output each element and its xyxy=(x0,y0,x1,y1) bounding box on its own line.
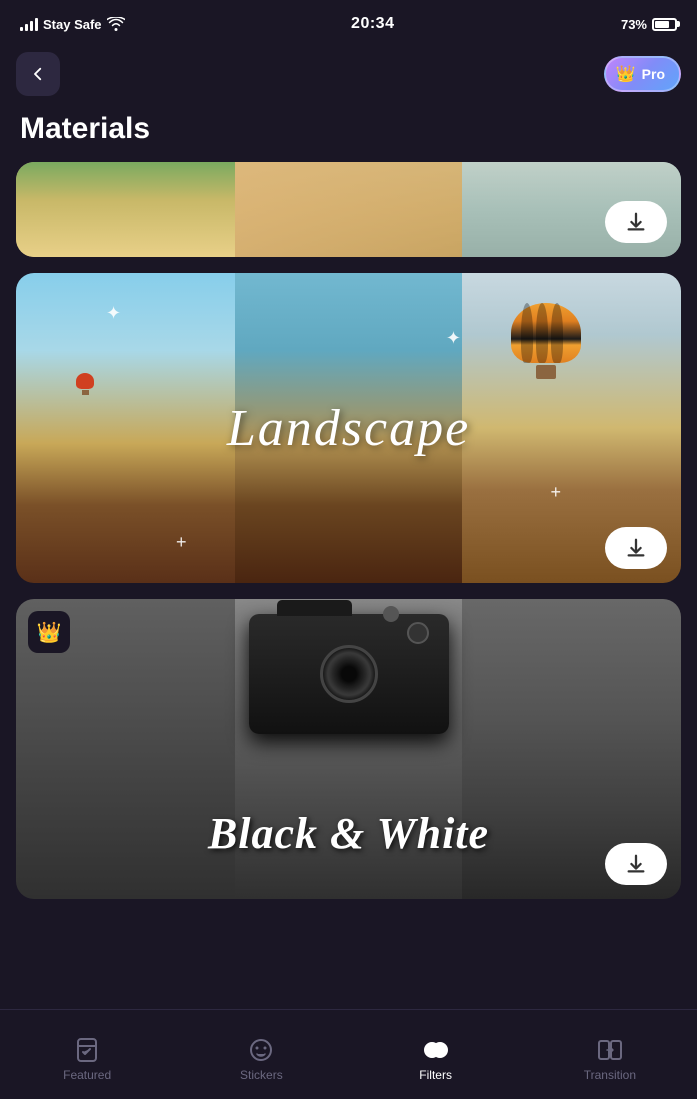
card-2-overlay: Landscape xyxy=(16,273,681,583)
download-button-2[interactable] xyxy=(605,527,667,569)
status-bar: Stay Safe 20:34 73% xyxy=(0,0,697,44)
bottom-nav: Featured Stickers Filters xyxy=(0,1009,697,1099)
filters-icon xyxy=(422,1036,450,1064)
time-label: 20:34 xyxy=(351,15,394,33)
transition-icon xyxy=(596,1036,624,1064)
bookmark-icon xyxy=(73,1036,101,1064)
pro-icon: 👑 xyxy=(28,611,70,653)
transition-label: Transition xyxy=(584,1068,636,1082)
nav-filters[interactable]: Filters xyxy=(349,1028,523,1082)
status-right: 73% xyxy=(621,17,677,32)
content-area: ✦ ✦ + + Landscape xyxy=(0,162,697,999)
top-nav: 👑 Pro xyxy=(0,44,697,100)
sticker-icon xyxy=(247,1036,275,1064)
page-title: Materials xyxy=(0,100,697,162)
download-button-1[interactable] xyxy=(605,201,667,243)
stickers-label: Stickers xyxy=(240,1068,283,1082)
download-button-3[interactable] xyxy=(605,843,667,885)
card-portrait[interactable] xyxy=(16,162,681,257)
camera-visual xyxy=(239,614,459,759)
back-button[interactable] xyxy=(16,52,60,96)
card-bw[interactable]: 👑 Black & White xyxy=(16,599,681,899)
landscape-label: Landscape xyxy=(227,399,470,458)
bw-label: Black & White xyxy=(208,808,489,859)
nav-featured[interactable]: Featured xyxy=(0,1028,174,1082)
wifi-icon xyxy=(107,17,125,31)
pro-label: Pro xyxy=(642,66,665,82)
featured-label: Featured xyxy=(63,1068,111,1082)
nav-transition[interactable]: Transition xyxy=(523,1028,697,1082)
crown-icon: 👑 xyxy=(616,64,636,84)
filters-label: Filters xyxy=(419,1068,452,1082)
battery-icon xyxy=(652,18,677,31)
card-1-background xyxy=(16,162,681,257)
signal-icon xyxy=(20,17,38,31)
battery-percent: 73% xyxy=(621,17,647,32)
pro-badge[interactable]: 👑 Pro xyxy=(604,56,681,92)
status-left: Stay Safe xyxy=(20,17,125,32)
card-landscape[interactable]: ✦ ✦ + + Landscape xyxy=(16,273,681,583)
carrier-label: Stay Safe xyxy=(43,17,102,32)
nav-stickers[interactable]: Stickers xyxy=(174,1028,348,1082)
